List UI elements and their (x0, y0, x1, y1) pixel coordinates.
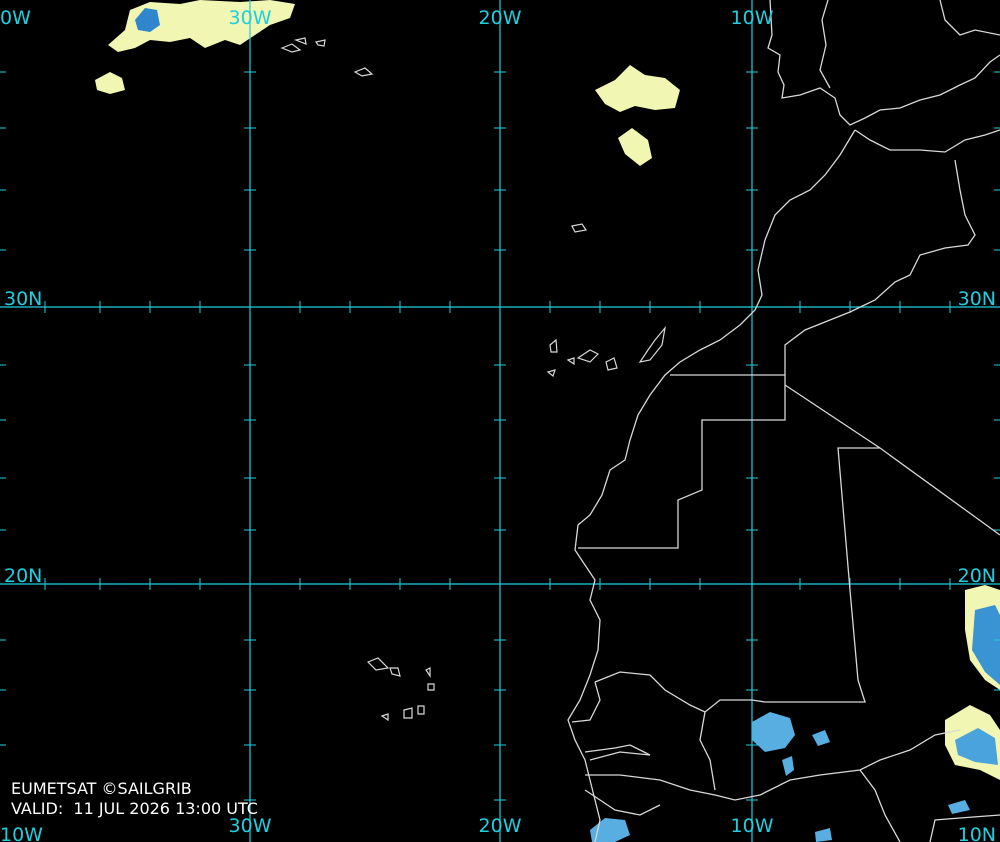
cloud-bottom-right (948, 800, 970, 814)
madeira (571, 223, 588, 233)
lat-label-right-1: 20N (958, 565, 996, 587)
lon-label-top-0: 0W (0, 7, 31, 29)
cape-verde-3 (425, 667, 431, 678)
lat-label-right-0: 30N (958, 288, 996, 310)
cloud-mid-north (595, 65, 680, 112)
islands (280, 37, 666, 722)
cloud-se-small2 (782, 756, 794, 776)
lon-label-top-1: 30W (229, 7, 272, 29)
azores-3 (293, 37, 307, 45)
lon-label-bottom-0: 10W (0, 824, 43, 842)
cape-verde-1 (366, 657, 390, 671)
graticule (0, 0, 1000, 842)
azores-4 (353, 67, 374, 77)
lat-label-left-0: 30N (4, 288, 42, 310)
cloud-se-small (812, 730, 830, 746)
cloud-northwest-small (95, 72, 125, 94)
canary-lanzarote (638, 325, 666, 363)
canary-gc (605, 357, 618, 371)
coastlines (567, 0, 1000, 842)
cape-verde-5 (380, 713, 389, 722)
iberia-coast (767, 0, 1000, 126)
lon-label-bottom-4: 10N (958, 824, 996, 842)
gambia (584, 744, 651, 761)
lon-label-bottom-2: 20W (479, 815, 522, 837)
iberia-border (819, 0, 831, 89)
azores-1 (280, 43, 302, 53)
lon-label-bottom-3: 10W (731, 815, 774, 837)
senegal-border (571, 681, 601, 723)
lon-label-top-2: 20W (479, 7, 522, 29)
grid-labels: 0W 30W 20W 10W 30N 20N 30N 20N 10W 30W 2… (0, 7, 996, 842)
cape-verde-4 (427, 683, 435, 691)
azores-2 (315, 39, 326, 47)
burkina (859, 769, 901, 842)
cloud-layer (95, 0, 1000, 842)
credit-text: EUMETSAT ©SAILGRIB (11, 779, 192, 798)
cloud-se-core (752, 712, 795, 752)
cape-verde-6 (403, 707, 413, 719)
mali-niger (699, 711, 716, 791)
morocco-algeria-border (784, 159, 976, 375)
canary-gomera (566, 357, 575, 366)
algeria-mauritania-border (784, 384, 1000, 536)
mali-mauritania-border (594, 447, 880, 713)
map-canvas: 0W 30W 20W 10W 30N 20N 30N 20N 10W 30W 2… (0, 0, 1000, 842)
lat-label-left-1: 20N (4, 565, 42, 587)
cape-verde-7 (417, 705, 425, 715)
cloud-mid-north-2 (618, 128, 652, 166)
western-sahara-border (578, 374, 786, 549)
valid-time: VALID: 11 JUL 2026 13:00 UTC (11, 799, 258, 818)
africa-atlantic-coast (567, 129, 856, 842)
lon-label-top-3: 10W (731, 7, 774, 29)
iberia-north (939, 0, 1000, 36)
canary-lapalma (549, 338, 558, 353)
canary-hierro (546, 369, 556, 378)
morocco-med-coast (854, 129, 1000, 153)
satellite-map: 0W 30W 20W 10W 30N 20N 30N 20N 10W 30W 2… (0, 0, 1000, 842)
canary-tenerife (576, 349, 600, 363)
cape-verde-2 (389, 667, 401, 677)
cloud-bottom-right2 (815, 828, 832, 842)
